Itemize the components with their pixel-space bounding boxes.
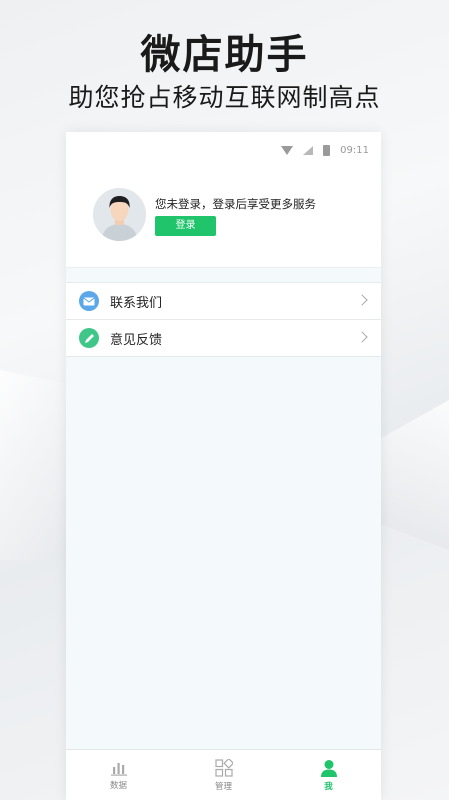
tab-label: 数据 [109,780,127,791]
phone-screen: 09:11 您未登录，登录后享受更多服务 登录 联系我们 意见反馈 数据 管理 … [66,132,381,800]
signal-icon [303,145,314,155]
hero-subtitle: 助您抢占移动互联网制高点 [68,83,381,112]
avatar[interactable] [93,188,146,241]
tab-label: 我 [324,781,333,792]
pencil-icon [79,328,99,348]
chevron-right-icon [356,294,368,306]
tab-data[interactable]: 数据 [66,750,171,800]
tab-manage[interactable]: 管理 [171,750,276,800]
menu-list: 联系我们 意见反馈 [66,282,381,357]
mail-icon [79,291,99,311]
person-icon [320,759,337,777]
menu-item-contact[interactable]: 联系我们 [66,283,381,320]
wifi-icon [281,145,294,155]
menu-item-label: 意见反馈 [110,332,163,348]
tab-me[interactable]: 我 [276,750,381,800]
profile-header: 您未登录，登录后享受更多服务 登录 [66,168,381,268]
status-time: 09:11 [340,144,369,156]
chart-icon [110,762,127,776]
battery-icon [323,144,331,156]
avatar-icon [93,188,146,241]
background-shape [369,400,449,550]
tab-bar: 数据 管理 我 [66,749,381,800]
status-bar: 09:11 [66,132,381,168]
login-notice: 您未登录，登录后享受更多服务 [155,197,316,211]
tab-label: 管理 [214,781,232,792]
chevron-right-icon [356,331,368,343]
grid-icon [214,758,233,777]
hero-title: 微店助手 [140,32,309,78]
menu-item-label: 联系我们 [110,295,163,311]
menu-item-feedback[interactable]: 意见反馈 [66,320,381,357]
login-button[interactable]: 登录 [155,216,216,236]
